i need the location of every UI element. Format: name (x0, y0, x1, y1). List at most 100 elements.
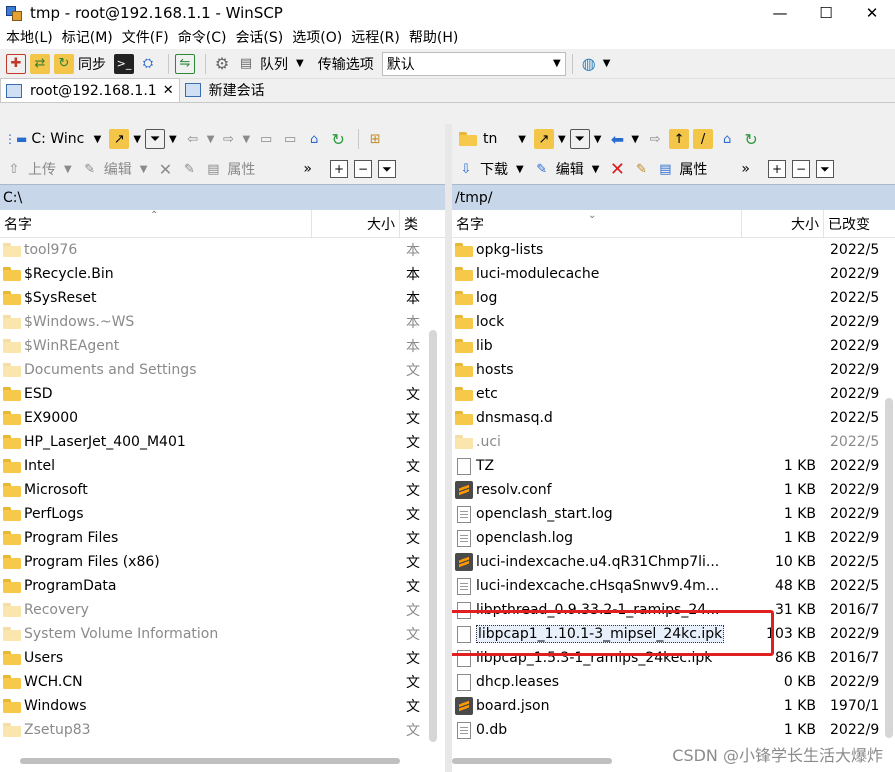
delete-icon[interactable]: ✕ (155, 159, 175, 179)
table-row[interactable]: lib 2022/9 (452, 334, 895, 358)
col-name[interactable]: 名字 (452, 210, 742, 238)
select-all-icon[interactable]: + (767, 160, 786, 178)
unselect-icon[interactable]: − (353, 160, 372, 178)
more-tools-icon[interactable]: » (303, 161, 312, 177)
root-dir-icon[interactable]: ▭ (280, 129, 300, 149)
table-row[interactable]: luci-indexcache.cHsqaSnwv9.4m... 48 KB 202… (452, 574, 895, 598)
table-row[interactable]: luci-indexcache.u4.qR31Chmp7li... 10 KB 20… (452, 550, 895, 574)
table-row[interactable]: luci-modulecache 2022/9 (452, 262, 895, 286)
sync-icon[interactable]: ↻ (54, 53, 74, 74)
menu-local[interactable]: 本地(L) (6, 27, 53, 47)
transfer-settings-select[interactable]: 默认 ▼ (381, 51, 566, 76)
maximize-button[interactable]: ☐ (803, 0, 849, 25)
local-horizontal-scrollbar[interactable] (20, 758, 400, 764)
queue-dropdown-icon[interactable]: ▼ (296, 58, 304, 69)
find-files-icon[interactable]: ⊞ (365, 129, 385, 149)
table-row[interactable]: log 2022/5 (452, 286, 895, 310)
chevron-down-icon[interactable]: ▼ (207, 134, 215, 145)
sync-button[interactable]: 同步 (78, 54, 106, 74)
chevron-down-icon[interactable]: ▼ (558, 134, 566, 145)
table-row[interactable]: EX9000 文 (0, 406, 445, 430)
table-row[interactable]: WCH.CN 文 (0, 670, 445, 694)
table-row[interactable]: etc 2022/9 (452, 382, 895, 406)
root-dir-icon[interactable]: / (693, 129, 714, 149)
chevron-down-icon[interactable]: ▼ (594, 134, 602, 145)
filter-icon[interactable]: ⏷ (569, 129, 590, 149)
unselect-icon[interactable]: − (791, 160, 810, 178)
home-icon[interactable]: ⌂ (304, 129, 324, 149)
table-row[interactable]: ESD 文 (0, 382, 445, 406)
terminal-icon[interactable]: >_ (114, 53, 134, 74)
minimize-button[interactable]: — (757, 0, 803, 25)
chevron-down-icon[interactable]: ▼ (133, 134, 141, 145)
back-arrow-icon[interactable]: ⬅ (607, 129, 627, 149)
parent-dir-icon[interactable]: ▭ (256, 129, 276, 149)
table-row[interactable]: Zsetup83 文 (0, 718, 445, 742)
keep-remote-updated-icon[interactable]: ⇋ (175, 53, 195, 74)
sync-browse-icon[interactable]: ⇄ (30, 53, 50, 74)
rename-icon[interactable]: ✎ (179, 159, 199, 179)
local-path-bar[interactable]: C:\ (0, 184, 445, 210)
chevron-down-icon[interactable]: ▼ (64, 164, 72, 175)
open-folder-icon[interactable]: ↗ (109, 129, 130, 149)
table-row[interactable]: openclash_start.log 1 KB 2022/9 (452, 502, 895, 526)
download-icon[interactable]: ⇩ (456, 159, 476, 179)
refresh-icon[interactable]: ↻ (328, 129, 348, 149)
table-row[interactable]: dnsmasq.d 2022/5 (452, 406, 895, 430)
rename-icon[interactable]: ✎ (631, 159, 651, 179)
queue-icon[interactable]: ▤ (236, 54, 256, 74)
properties-button[interactable]: 属性 (679, 159, 707, 179)
menu-help[interactable]: 帮助(H) (409, 27, 458, 47)
table-row[interactable]: 0.db 1 KB 2022/9 (452, 718, 895, 742)
table-row[interactable]: $Windows.~WS 本 (0, 310, 445, 334)
table-row[interactable]: Users 文 (0, 646, 445, 670)
table-row[interactable]: $WinREAgent 本 (0, 334, 445, 358)
back-arrow-icon[interactable]: ⇦ (183, 129, 203, 149)
table-row[interactable]: TZ 1 KB 2022/9 (452, 454, 895, 478)
table-row[interactable]: Program Files 文 (0, 526, 445, 550)
tab-new-session[interactable]: 新建会话 (180, 78, 270, 102)
delete-icon[interactable]: ✕ (607, 159, 627, 180)
properties-icon[interactable]: ▤ (655, 159, 675, 179)
edit-icon[interactable]: ✎ (532, 159, 552, 179)
table-row[interactable]: .uci 2022/5 (452, 430, 895, 454)
table-row[interactable]: System Volume Information 文 (0, 622, 445, 646)
table-row[interactable]: Microsoft 文 (0, 478, 445, 502)
upload-icon[interactable]: ⇧ (4, 159, 24, 179)
putty-icon[interactable]: ⛭ (138, 54, 158, 74)
forward-arrow-icon[interactable]: ⇨ (218, 129, 238, 149)
filter-select-icon[interactable]: ⏷ (377, 160, 396, 178)
edit-button[interactable]: 编辑 (556, 159, 584, 179)
table-row[interactable]: resolv.conf 1 KB 2022/9 (452, 478, 895, 502)
table-row[interactable]: Documents and Settings 文 (0, 358, 445, 382)
tab-root-session[interactable]: root@192.168.1.1 ✕ (0, 78, 180, 102)
remote-path-bar[interactable]: /tmp/ (452, 184, 895, 210)
table-row[interactable]: $SysReset 本 (0, 286, 445, 310)
table-row[interactable]: PerfLogs 文 (0, 502, 445, 526)
table-row[interactable]: openclash.log 1 KB 2022/9 (452, 526, 895, 550)
col-type[interactable]: 类 (400, 210, 432, 238)
open-folder-icon[interactable]: ↗ (534, 129, 554, 149)
select-all-icon[interactable]: + (329, 160, 348, 178)
menu-options[interactable]: 选项(O) (292, 27, 342, 47)
table-row[interactable]: ProgramData 文 (0, 574, 445, 598)
chevron-down-icon[interactable]: ▼ (242, 134, 250, 145)
remote-dir-select[interactable]: tn ▼ (480, 127, 526, 151)
properties-button[interactable]: 属性 (227, 159, 255, 179)
refresh-icon[interactable]: ↻ (741, 129, 761, 149)
remote-vertical-scrollbar[interactable] (885, 398, 893, 738)
table-row[interactable]: Intel 文 (0, 454, 445, 478)
chevron-down-icon[interactable]: ▼ (516, 164, 524, 175)
table-row[interactable]: $Recycle.Bin 本 (0, 262, 445, 286)
col-size[interactable]: 大小 (312, 210, 400, 238)
menu-command[interactable]: 命令(C) (178, 27, 227, 47)
table-row[interactable]: Program Files (x86) 文 (0, 550, 445, 574)
filter-icon[interactable]: ⏷ (145, 129, 166, 149)
forward-arrow-icon[interactable]: ⇨ (645, 129, 665, 149)
table-row[interactable]: dhcp.leases 0 KB 2022/9 (452, 670, 895, 694)
close-button[interactable]: ✕ (849, 0, 895, 25)
table-row[interactable]: HP_LaserJet_400_M401 文 (0, 430, 445, 454)
menu-mark[interactable]: 标记(M) (62, 27, 113, 47)
tab-close-icon[interactable]: ✕ (163, 83, 174, 98)
menu-session[interactable]: 会话(S) (235, 27, 283, 47)
